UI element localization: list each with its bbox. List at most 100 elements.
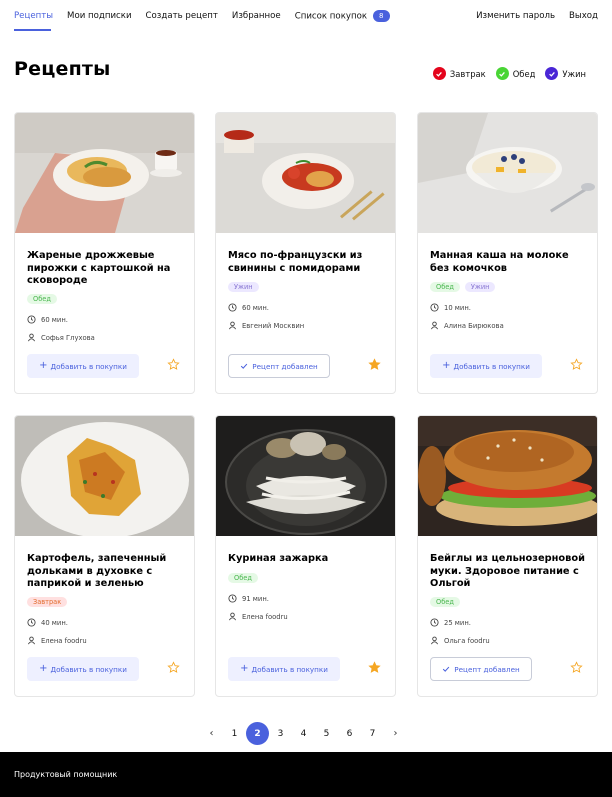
star-outline-icon[interactable] [570, 661, 583, 674]
nav-recipes[interactable]: Рецепты [14, 10, 53, 23]
recipe-tags: Обед Ужин [430, 282, 500, 292]
next-page-button[interactable]: › [384, 722, 407, 745]
check-icon [443, 666, 450, 672]
cooking-time-value: 40 мин. [41, 618, 68, 627]
user-icon [228, 321, 237, 330]
add-to-shopping-button[interactable]: + Добавить в покупки [228, 657, 340, 681]
star-outline-icon[interactable] [167, 358, 180, 371]
recipe-card: Жареные дрожжевые пирожки с картошкой на… [14, 112, 195, 394]
recipe-added-button[interactable]: Рецепт добавлен [228, 354, 330, 378]
filter-lunch[interactable]: Обед [495, 67, 536, 80]
clock-icon [27, 315, 36, 324]
page-3[interactable]: 3 [269, 722, 292, 745]
footer: Продуктовый помощник [0, 752, 612, 797]
user-icon [430, 321, 439, 330]
prev-page-button[interactable]: ‹ [200, 722, 223, 745]
author-name[interactable]: Елена foodru [41, 637, 87, 645]
recipe-image[interactable] [216, 416, 395, 536]
recipe-title[interactable]: Жареные дрожжевые пирожки с картошкой на… [27, 250, 185, 288]
page-1[interactable]: 1 [223, 722, 246, 745]
filter-lunch-label: Обед [512, 68, 536, 79]
filter-breakfast[interactable]: Завтрак [432, 67, 486, 80]
footer-brand: Продуктовый помощник [14, 770, 118, 779]
recipe-author: Софья Глухова [27, 333, 95, 342]
recipe-added-button[interactable]: Рецепт добавлен [430, 657, 532, 681]
top-navigation: Рецепты Мои подписки Создать рецепт Избр… [0, 0, 612, 34]
add-to-shopping-label: Добавить в покупки [50, 361, 127, 371]
clock-icon [228, 303, 237, 312]
user-icon [27, 333, 36, 342]
author-name[interactable]: Алина Бирюкова [444, 322, 504, 330]
nav-favorites[interactable]: Избранное [232, 10, 281, 23]
star-outline-icon[interactable] [570, 358, 583, 371]
recipe-title[interactable]: Куриная зажарка [228, 553, 386, 566]
account-menu: Изменить пароль Выход [462, 10, 598, 23]
recipe-tags: Обед [27, 294, 62, 304]
tag-lunch: Обед [430, 597, 460, 607]
page-6[interactable]: 6 [338, 722, 361, 745]
tag-lunch: Обед [27, 294, 57, 304]
filter-dinner[interactable]: Ужин [545, 67, 586, 80]
add-to-shopping-label: Добавить в покупки [453, 361, 530, 371]
cooking-time-value: 60 мин. [242, 303, 269, 312]
plus-icon: + [39, 663, 48, 674]
page-title: Рецепты [14, 58, 111, 80]
check-icon [432, 67, 446, 80]
author-name[interactable]: Софья Глухова [41, 334, 95, 342]
add-to-shopping-button[interactable]: + Добавить в покупки [27, 657, 139, 681]
nav-shopping-list-label: Список покупок [294, 11, 368, 22]
cooking-time: 91 мин. [228, 594, 269, 603]
add-to-shopping-button[interactable]: + Добавить в покупки [27, 354, 139, 378]
cooking-time: 60 мин. [27, 315, 68, 324]
recipe-tags: Обед [430, 597, 465, 607]
recipe-tags: Завтрак [27, 597, 72, 607]
recipe-image[interactable] [216, 113, 395, 233]
cooking-time: 25 мин. [430, 618, 471, 627]
recipe-image[interactable] [15, 416, 194, 536]
meal-filters: Завтрак Обед Ужин [423, 67, 586, 80]
recipe-image[interactable] [418, 416, 597, 536]
pagination: ‹ 1 2 3 4 5 6 7 › [200, 722, 407, 745]
star-outline-icon[interactable] [167, 661, 180, 674]
recipe-title[interactable]: Картофель, запеченный дольками в духовке… [27, 553, 185, 591]
clock-icon [228, 594, 237, 603]
recipe-card: Бейглы из цельнозерновой муки. Здоровое … [417, 415, 598, 697]
page-7[interactable]: 7 [361, 722, 384, 745]
recipe-title[interactable]: Манная каша на молоке без комочков [430, 250, 588, 275]
page-2-current[interactable]: 2 [246, 722, 269, 745]
recipe-title[interactable]: Мясо по-французски из свинины с помидора… [228, 250, 386, 275]
author-name[interactable]: Ольга foodru [444, 637, 490, 645]
add-to-shopping-button[interactable]: + Добавить в покупки [430, 354, 542, 378]
recipe-added-label: Рецепт добавлен [252, 361, 318, 371]
user-icon [228, 612, 237, 621]
page-4[interactable]: 4 [292, 722, 315, 745]
check-icon [545, 67, 559, 80]
change-password-link[interactable]: Изменить пароль [476, 10, 555, 23]
user-icon [27, 636, 36, 645]
logout-link[interactable]: Выход [569, 10, 598, 23]
author-name[interactable]: Елена foodru [242, 613, 288, 621]
clock-icon [430, 618, 439, 627]
recipe-author: Елена foodru [27, 636, 87, 645]
recipe-image[interactable] [418, 113, 597, 233]
recipe-title[interactable]: Бейглы из цельнозерновой муки. Здоровое … [430, 553, 588, 591]
recipe-card: Манная каша на молоке без комочков Обед … [417, 112, 598, 394]
nav-shopping-list[interactable]: Список покупок 8 [295, 10, 390, 24]
cooking-time-value: 25 мин. [444, 618, 471, 627]
shopping-count-badge: 8 [373, 10, 390, 22]
author-name[interactable]: Евгений Москвин [242, 322, 304, 330]
tag-lunch: Обед [430, 282, 460, 292]
plus-icon: + [240, 663, 249, 674]
recipe-author: Ольга foodru [430, 636, 490, 645]
nav-subscriptions[interactable]: Мои подписки [67, 10, 132, 23]
page-5[interactable]: 5 [315, 722, 338, 745]
plus-icon: + [442, 360, 451, 371]
nav-create-recipe[interactable]: Создать рецепт [146, 10, 218, 23]
tag-breakfast: Завтрак [27, 597, 68, 607]
star-filled-icon[interactable] [368, 661, 381, 674]
add-to-shopping-label: Добавить в покупки [50, 664, 127, 674]
filter-breakfast-label: Завтрак [449, 68, 486, 79]
recipe-card: Картофель, запеченный дольками в духовке… [14, 415, 195, 697]
star-filled-icon[interactable] [368, 358, 381, 371]
recipe-image[interactable] [15, 113, 194, 233]
